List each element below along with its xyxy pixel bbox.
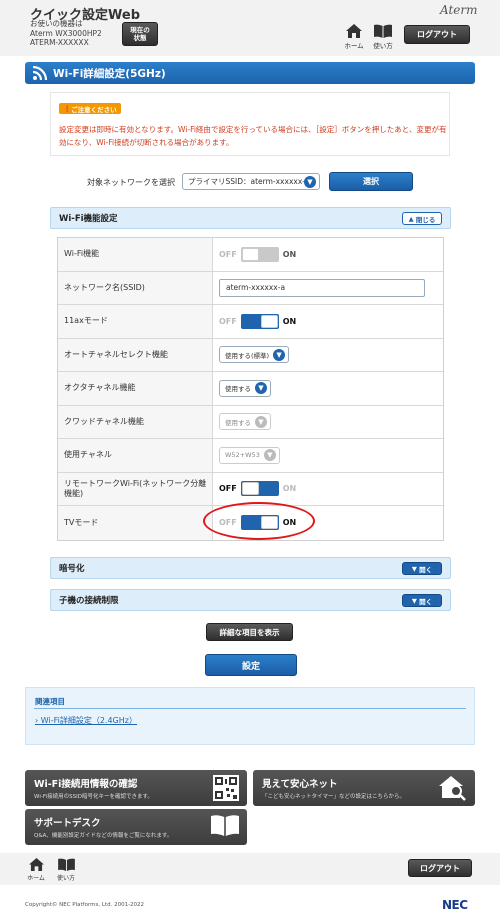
collapse-wifi-settings-button[interactable]: ▲ 閉じる <box>402 212 442 225</box>
expand-restriction-button[interactable]: ▼ 開く <box>402 594 442 607</box>
row-label: TVモード <box>58 506 213 540</box>
safety-net-card[interactable]: 見えて安心ネット 「こども安心ネットタイマー」などの設定はこちらから。 <box>253 770 475 806</box>
row-label: リモートワークWi-Fi(ネットワーク分離機能) <box>58 472 213 505</box>
chevron-down-icon: ▼ <box>273 348 286 361</box>
chevron-right-icon: › <box>35 716 39 725</box>
quad-channel-select[interactable]: 使用する ▼ <box>219 413 271 431</box>
network-select[interactable]: プライマリSSID：aterm-xxxxxx-a ▼ <box>182 173 320 190</box>
support-desk-card[interactable]: サポートデスク Q&A、機能別設定ガイドなどの情報をご覧になれます。 <box>25 809 247 845</box>
chevron-down-icon: ▼ <box>411 596 417 605</box>
alert-icon: ❗ <box>63 104 72 113</box>
home-icon <box>346 24 362 38</box>
related-title: 関連項目 <box>35 697 65 706</box>
table-row: 使用チャネル W52+W53 ▼ <box>58 439 443 473</box>
row-label: オートチャネルセレクト機能 <box>58 338 213 371</box>
table-row: オートチャネルセレクト機能 使用する(標準) ▼ <box>58 338 443 372</box>
page-title: Wi-Fi詳細設定(5GHz) <box>25 62 475 84</box>
table-row: リモートワークWi-Fi(ネットワーク分離機能) OFF ON <box>58 472 443 506</box>
chevron-down-icon: ▼ <box>255 382 267 395</box>
remote-work-wifi-toggle[interactable]: OFF ON <box>219 481 296 497</box>
copyright: Copyright© NEC Platforms, Ltd. 2001-2022 <box>25 902 145 908</box>
connection-restriction-section-header: 子機の接続制限 ▼ 開く <box>50 589 451 611</box>
footer-home-nav[interactable]: ホーム <box>26 858 46 882</box>
table-row: ネットワーク名(SSID) aterm-xxxxxx-a <box>58 271 443 305</box>
related-link-wifi-24ghz[interactable]: › Wi-Fi詳細設定（2.4GHz） <box>35 715 137 726</box>
row-label: 11axモード <box>58 305 213 338</box>
wifi-icon <box>33 66 48 80</box>
octa-channel-select[interactable]: 使用する ▼ <box>219 379 271 397</box>
row-label: ネットワーク名(SSID) <box>58 271 213 304</box>
select-network-button[interactable]: 選択 <box>329 172 413 191</box>
qr-code-icon <box>213 775 239 801</box>
table-row: Wi-Fi機能 OFF ON <box>58 238 443 272</box>
table-row: クワッドチャネル機能 使用する ▼ <box>58 405 443 439</box>
row-label: Wi-Fi機能 <box>58 238 213 271</box>
table-row: オクタチャネル機能 使用する ▼ <box>58 372 443 406</box>
chevron-down-icon: ▼ <box>411 564 417 573</box>
apply-button[interactable]: 設定 <box>205 654 297 676</box>
row-label: オクタチャネル機能 <box>58 372 213 405</box>
book-icon <box>374 24 392 38</box>
wifi-settings-table: Wi-Fi機能 OFF ON ネットワーク名(SSID) aterm-xxxxx… <box>57 237 444 541</box>
channel-select[interactable]: W52+W53 ▼ <box>219 446 280 464</box>
book-icon <box>211 815 239 836</box>
caution-text: 設定変更は即時に有効となります。Wi-Fi経由で設定を行っている場合には、［設定… <box>59 125 447 147</box>
footer-logout-button[interactable]: ログアウト <box>408 859 472 877</box>
brand-logo: Aterm <box>440 3 478 17</box>
chevron-down-icon: ▼ <box>304 176 316 188</box>
current-status-button[interactable]: 現在の 状態 <box>122 22 158 46</box>
book-icon <box>57 858 75 871</box>
highlight-circle <box>203 502 315 540</box>
chevron-down-icon: ▼ <box>263 449 276 462</box>
nec-logo: NEC <box>442 898 468 912</box>
chevron-down-icon: ▼ <box>255 415 267 428</box>
device-info: お使いの機器は Aterm WX3000HP2 ATERM-XXXXXX <box>30 19 102 47</box>
auto-channel-select[interactable]: 使用する(標準) ▼ <box>219 346 290 364</box>
row-label: 使用チャネル <box>58 439 213 472</box>
home-icon <box>28 858 44 871</box>
expand-encryption-button[interactable]: ▼ 開く <box>402 562 442 575</box>
home-search-icon <box>439 776 466 801</box>
network-select-label: 対象ネットワークを選択 <box>87 178 175 187</box>
caution-badge: ❗ ご注意ください <box>59 103 121 114</box>
header: クイック設定Web お使いの機器は Aterm WX3000HP2 ATERM-… <box>0 0 500 56</box>
caution-box: ❗ ご注意ください 設定変更は即時に有効となります。Wi-Fi経由で設定を行って… <box>50 92 450 156</box>
logout-button[interactable]: ログアウト <box>404 25 470 44</box>
wifi-info-card[interactable]: Wi-Fi接続用情報の確認 Wi-Fi接続用のSSID暗号化キーを確認できます。 <box>25 770 247 806</box>
row-label: クワッドチャネル機能 <box>58 405 213 438</box>
chevron-up-icon: ▲ <box>408 214 414 223</box>
table-row: 11axモード OFF ON <box>58 305 443 339</box>
11ax-mode-toggle[interactable]: OFF ON <box>219 313 296 329</box>
footer-manual-nav[interactable]: 使い方 <box>54 858 78 882</box>
wifi-settings-section-header: Wi-Fi機能設定 ▲ 閉じる <box>50 207 451 229</box>
manual-nav[interactable]: 使い方 <box>370 24 396 50</box>
wifi-function-toggle[interactable]: OFF ON <box>219 246 296 262</box>
show-details-button[interactable]: 詳細な項目を表示 <box>206 623 293 641</box>
related-items: 関連項目 › Wi-Fi詳細設定（2.4GHz） <box>25 687 475 745</box>
encryption-section-header: 暗号化 ▼ 開く <box>50 557 451 579</box>
home-nav[interactable]: ホーム <box>342 24 366 50</box>
ssid-input[interactable]: aterm-xxxxxx-a <box>219 278 425 297</box>
